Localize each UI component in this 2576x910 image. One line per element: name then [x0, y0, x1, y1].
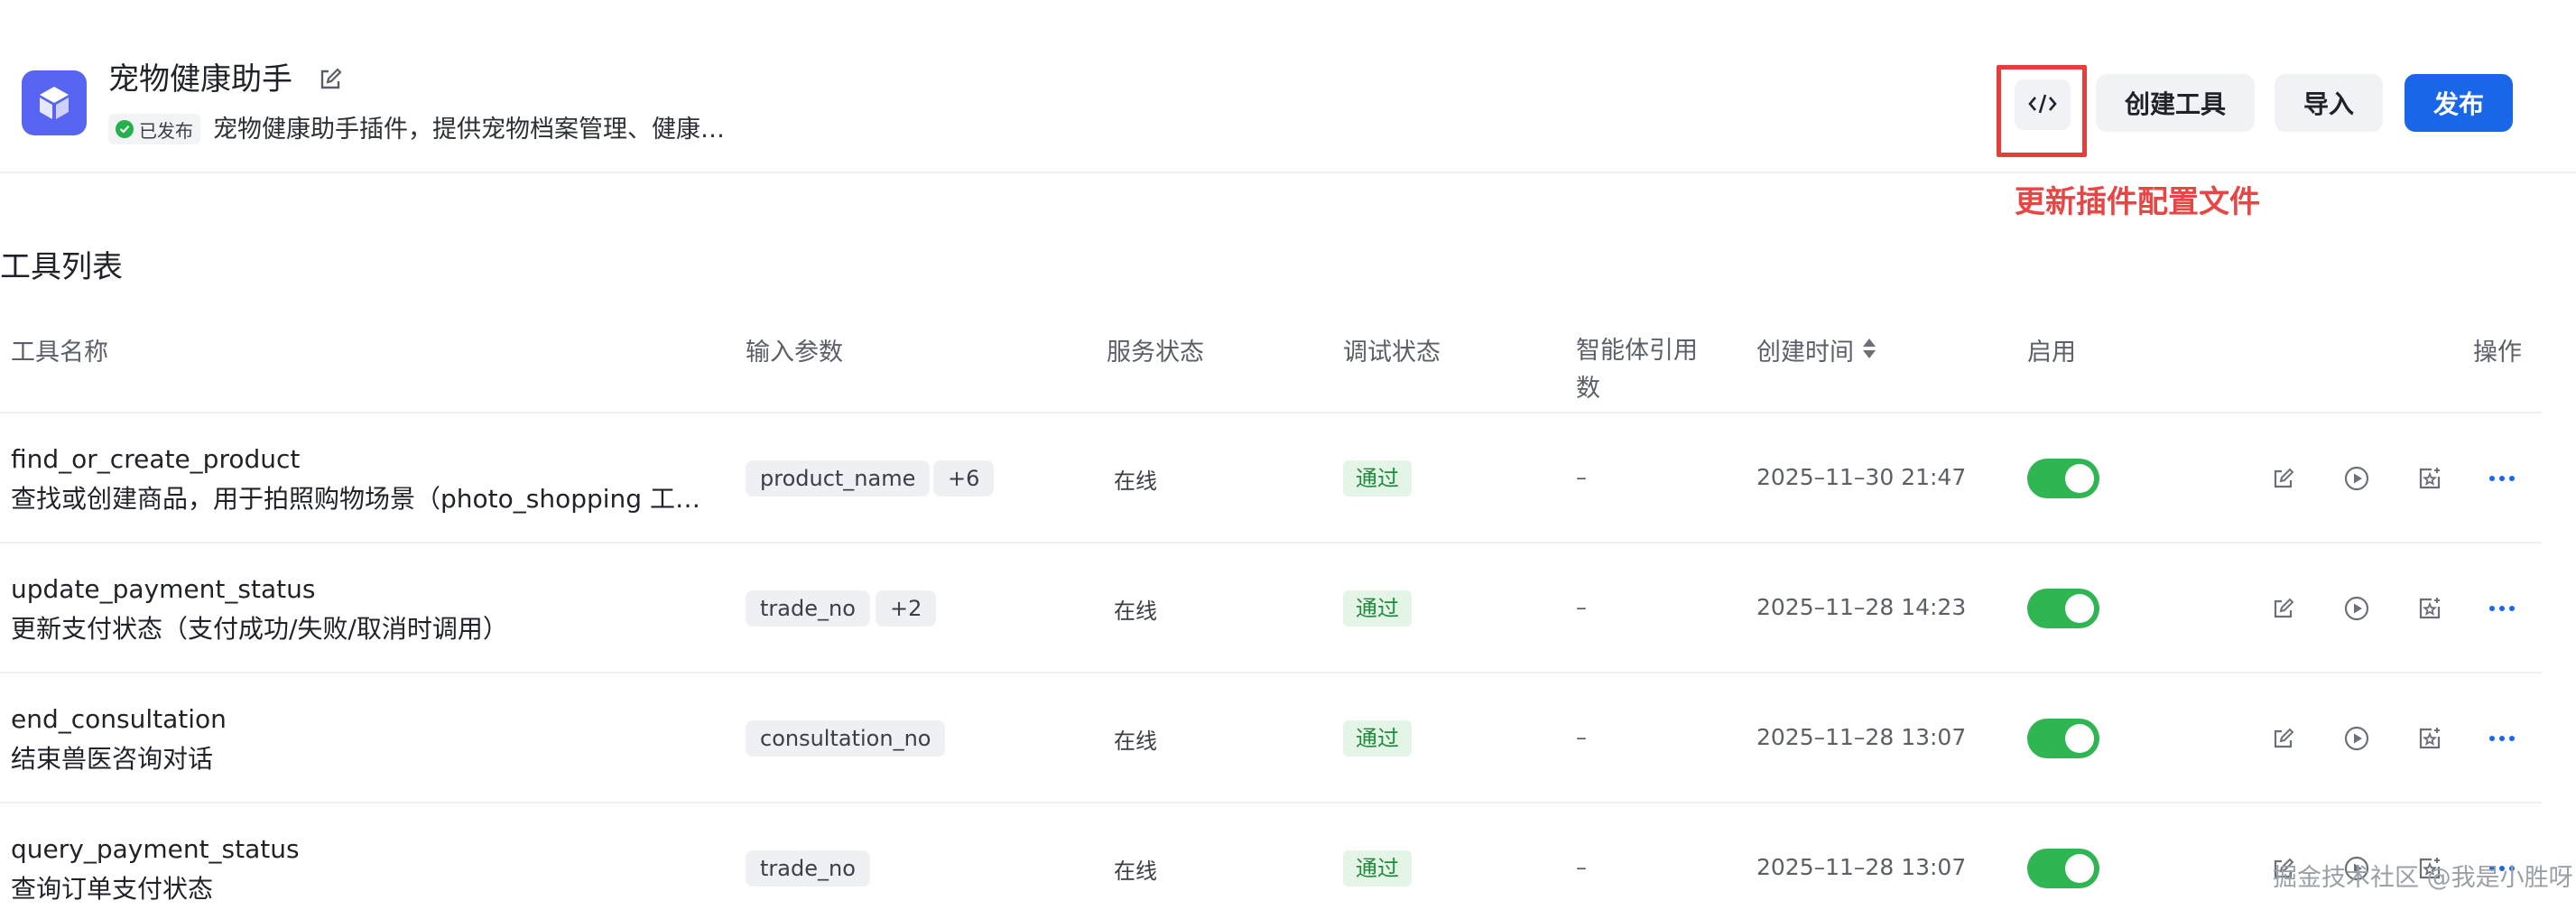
plugin-description: 宠物健康助手插件，提供宠物档案管理、健康…	[213, 116, 725, 144]
tool-description: 结束兽医咨询对话	[11, 744, 214, 774]
tool-name[interactable]: update_payment_status	[11, 572, 315, 607]
play-icon[interactable]	[2342, 594, 2371, 623]
create-tool-button[interactable]: 创建工具	[2096, 74, 2255, 132]
enable-toggle[interactable]	[2027, 849, 2099, 888]
more-icon[interactable]	[2488, 464, 2516, 493]
column-header-actions: 操作	[2473, 339, 2522, 367]
debug-status-badge: 通过	[1343, 720, 1412, 757]
annotation-text: 更新插件配置文件	[2015, 184, 2260, 220]
column-header-name: 工具名称	[11, 339, 108, 367]
column-header-references-line1: 智能体引用	[1576, 337, 1698, 365]
publish-button[interactable]: 发布	[2405, 74, 2513, 132]
service-status: 在线	[1114, 859, 1157, 884]
param-tag: consultation_no	[746, 720, 946, 757]
created-time: 2025–11–28 13:07	[1756, 724, 1967, 750]
table-row[interactable]: find_or_create_product 查找或创建商品，用于拍照购物场景（p…	[0, 413, 2542, 543]
debug-status-badge: 通过	[1343, 590, 1412, 627]
star-box-icon[interactable]	[2415, 594, 2444, 623]
edit-icon[interactable]	[2269, 724, 2298, 753]
created-time: 2025–11–28 14:23	[1756, 594, 1967, 620]
section-title: 工具列表	[0, 249, 123, 285]
plugin-header: 宠物健康助手 已发布 宠物健康助手插件，提供宠物档案管理、健康… 创建工具 导入…	[0, 0, 2576, 173]
code-icon	[2027, 91, 2058, 119]
watermark: 掘金技术社区 @我是小胜呀	[2273, 864, 2573, 892]
service-status: 在线	[1114, 729, 1157, 754]
sort-icon[interactable]	[1861, 335, 1877, 373]
edit-icon[interactable]	[316, 65, 345, 94]
edit-icon[interactable]	[2269, 464, 2298, 493]
tool-description: 更新支付状态（支付成功/失败/取消时调用）	[11, 614, 508, 644]
tool-description: 查询订单支付状态	[11, 874, 214, 904]
edit-icon[interactable]	[2269, 594, 2298, 623]
created-time: 2025–11–30 21:47	[1756, 464, 1967, 490]
reference-count: –	[1576, 595, 1587, 620]
table-row[interactable]: end_consultation 结束兽医咨询对话 consultation_no 在…	[0, 673, 2542, 803]
service-status: 在线	[1114, 469, 1157, 494]
debug-status-badge: 通过	[1343, 850, 1412, 887]
param-tag: trade_no	[746, 850, 870, 887]
play-icon[interactable]	[2342, 464, 2371, 493]
cube-logo-icon	[22, 70, 87, 135]
toggle-knob	[2065, 724, 2094, 753]
column-header-created-label: 创建时间	[1756, 339, 1854, 367]
created-time: 2025–11–28 13:07	[1756, 854, 1967, 880]
code-config-button[interactable]	[2015, 79, 2071, 130]
import-button[interactable]: 导入	[2275, 74, 2383, 132]
check-icon	[116, 120, 134, 138]
service-status: 在线	[1114, 599, 1157, 624]
plugin-name: 宠物健康助手	[108, 61, 292, 98]
column-header-enabled: 启用	[2027, 339, 2076, 367]
star-box-icon[interactable]	[2415, 724, 2444, 753]
tool-name[interactable]: find_or_create_product	[11, 442, 300, 477]
column-header-service-status: 服务状态	[1107, 339, 1204, 367]
enable-toggle[interactable]	[2027, 459, 2099, 498]
param-tag: trade_no	[746, 590, 870, 627]
param-tag: product_name	[746, 460, 931, 497]
column-header-debug-status: 调试状态	[1343, 339, 1441, 367]
toggle-knob	[2065, 464, 2094, 493]
more-icon[interactable]	[2488, 594, 2516, 623]
toggle-knob	[2065, 854, 2094, 883]
play-icon[interactable]	[2342, 724, 2371, 753]
debug-status-badge: 通过	[1343, 460, 1412, 497]
tool-description: 查找或创建商品，用于拍照购物场景（photo_shopping 工…	[11, 484, 700, 514]
reference-count: –	[1576, 855, 1587, 880]
enable-toggle[interactable]	[2027, 589, 2099, 628]
star-box-icon[interactable]	[2415, 464, 2444, 493]
tool-name[interactable]: end_consultation	[11, 702, 227, 737]
table-row[interactable]: query_payment_status 查询订单支付状态 trade_no 在线 通过…	[0, 803, 2542, 910]
column-header-references-line2: 数	[1576, 375, 1600, 403]
tool-name[interactable]: query_payment_status	[11, 832, 300, 867]
table-row[interactable]: update_payment_status 更新支付状态（支付成功/失败/取消时调…	[0, 543, 2542, 673]
reference-count: –	[1576, 725, 1587, 750]
status-badge: 已发布	[108, 114, 200, 144]
toggle-knob	[2065, 594, 2094, 623]
enable-toggle[interactable]	[2027, 719, 2099, 758]
column-header-references: 智能体引用 数	[1576, 332, 1698, 408]
reference-count: –	[1576, 465, 1587, 490]
status-label: 已发布	[139, 119, 193, 142]
column-header-created[interactable]: 创建时间	[1756, 334, 1877, 373]
more-icon[interactable]	[2488, 724, 2516, 753]
param-more-tag[interactable]: +6	[933, 460, 995, 497]
column-header-params: 输入参数	[746, 339, 843, 367]
param-more-tag[interactable]: +2	[876, 590, 937, 627]
